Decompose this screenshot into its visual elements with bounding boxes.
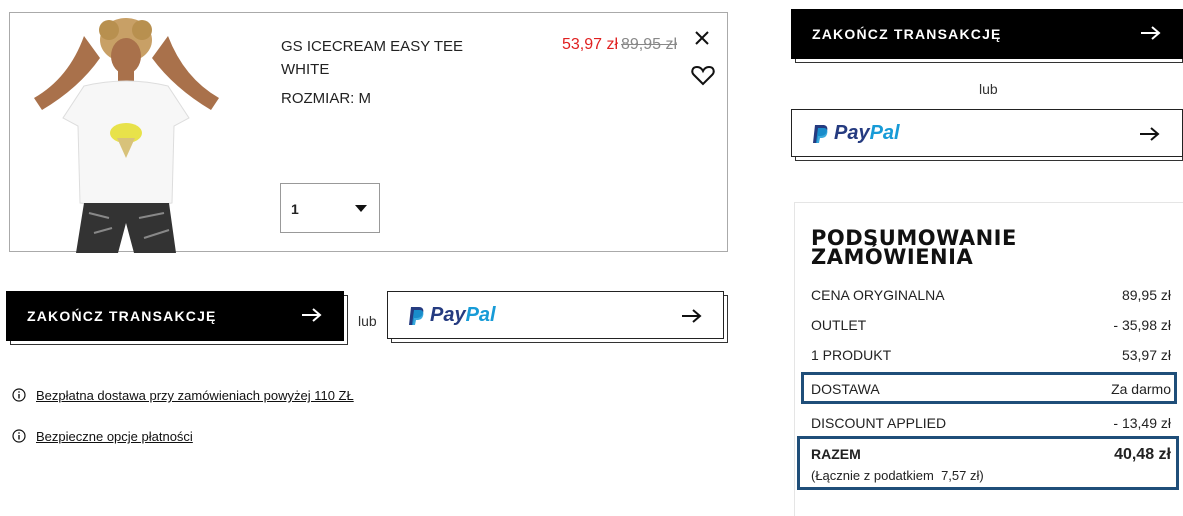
paypal-wordmark-pal: Pal bbox=[465, 304, 496, 326]
tax-note: (Łącznie z podatkiem 7,57 zł) bbox=[811, 468, 984, 483]
paypal-button[interactable]: PayPal bbox=[387, 291, 724, 339]
original-price: 89,95 zł bbox=[621, 36, 678, 53]
total-label: RAZEM bbox=[811, 446, 861, 462]
arrow-right-icon bbox=[302, 308, 322, 322]
summary-row-label: CENA ORYGINALNA bbox=[811, 287, 945, 303]
sale-price: 53,97 zł bbox=[562, 36, 619, 53]
quantity-select[interactable]: 1 bbox=[280, 183, 380, 233]
paypal-button-top[interactable]: PayPal bbox=[791, 109, 1183, 157]
wishlist-button[interactable] bbox=[690, 63, 716, 87]
heart-icon bbox=[691, 65, 715, 86]
arrow-right-icon bbox=[1140, 127, 1160, 141]
close-icon bbox=[695, 31, 709, 45]
chevron-down-icon bbox=[355, 205, 367, 212]
paypal-wordmark: PayPal bbox=[834, 122, 900, 145]
checkout-button-label: ZAKOŃCZ TRANSAKCJĘ bbox=[27, 308, 217, 324]
checkout-button[interactable]: ZAKOŃCZ TRANSAKCJĘ bbox=[6, 291, 344, 341]
product-image[interactable] bbox=[14, 18, 244, 253]
remove-item-button[interactable] bbox=[690, 26, 714, 50]
paypal-logo-icon bbox=[813, 125, 828, 143]
paypal-wordmark: PayPal bbox=[430, 304, 496, 327]
paypal-logo-icon bbox=[409, 307, 424, 325]
quantity-value: 1 bbox=[291, 201, 299, 217]
info-icon bbox=[12, 388, 26, 402]
total-value: 40,48 zł bbox=[1114, 446, 1171, 463]
free-delivery-link[interactable]: Bezpłatna dostawa przy zamówieniach powy… bbox=[36, 388, 354, 403]
summary-row-label: DISCOUNT APPLIED bbox=[811, 415, 947, 431]
product-name[interactable]: GS ICECREAM EASY TEE WHITE bbox=[281, 35, 481, 81]
product-size: ROZMIAR: M bbox=[281, 90, 371, 107]
or-label: lub bbox=[358, 313, 377, 329]
paypal-wordmark-pay: Pay bbox=[834, 122, 870, 144]
arrow-right-icon bbox=[1141, 26, 1161, 40]
summary-row-label: DOSTAWA bbox=[811, 381, 880, 397]
info-icon bbox=[12, 429, 26, 443]
summary-row-label: OUTLET bbox=[811, 317, 867, 333]
summary-row-value: Za darmo bbox=[1111, 381, 1171, 397]
paypal-wordmark-pal: Pal bbox=[869, 122, 900, 144]
order-summary-title: PODSUMOWANIE ZAMÓWIENIA bbox=[811, 228, 1017, 269]
order-summary-title-line2: ZAMÓWIENIA bbox=[811, 245, 974, 269]
summary-row-value: - 13,49 zł bbox=[1113, 415, 1171, 431]
checkout-button-top[interactable]: ZAKOŃCZ TRANSAKCJĘ bbox=[791, 9, 1183, 59]
or-label: lub bbox=[979, 81, 998, 97]
arrow-right-icon bbox=[682, 309, 702, 323]
secure-payment-link[interactable]: Bezpieczne opcje płatności bbox=[36, 429, 193, 444]
checkout-button-label: ZAKOŃCZ TRANSAKCJĘ bbox=[812, 26, 1002, 42]
summary-row-value: 53,97 zł bbox=[1121, 347, 1171, 363]
summary-row-value: 89,95 zł bbox=[1121, 287, 1171, 303]
summary-row-label: 1 PRODUKT bbox=[811, 347, 892, 363]
paypal-wordmark-pay: Pay bbox=[430, 304, 466, 326]
summary-row-value: - 35,98 zł bbox=[1113, 317, 1171, 333]
